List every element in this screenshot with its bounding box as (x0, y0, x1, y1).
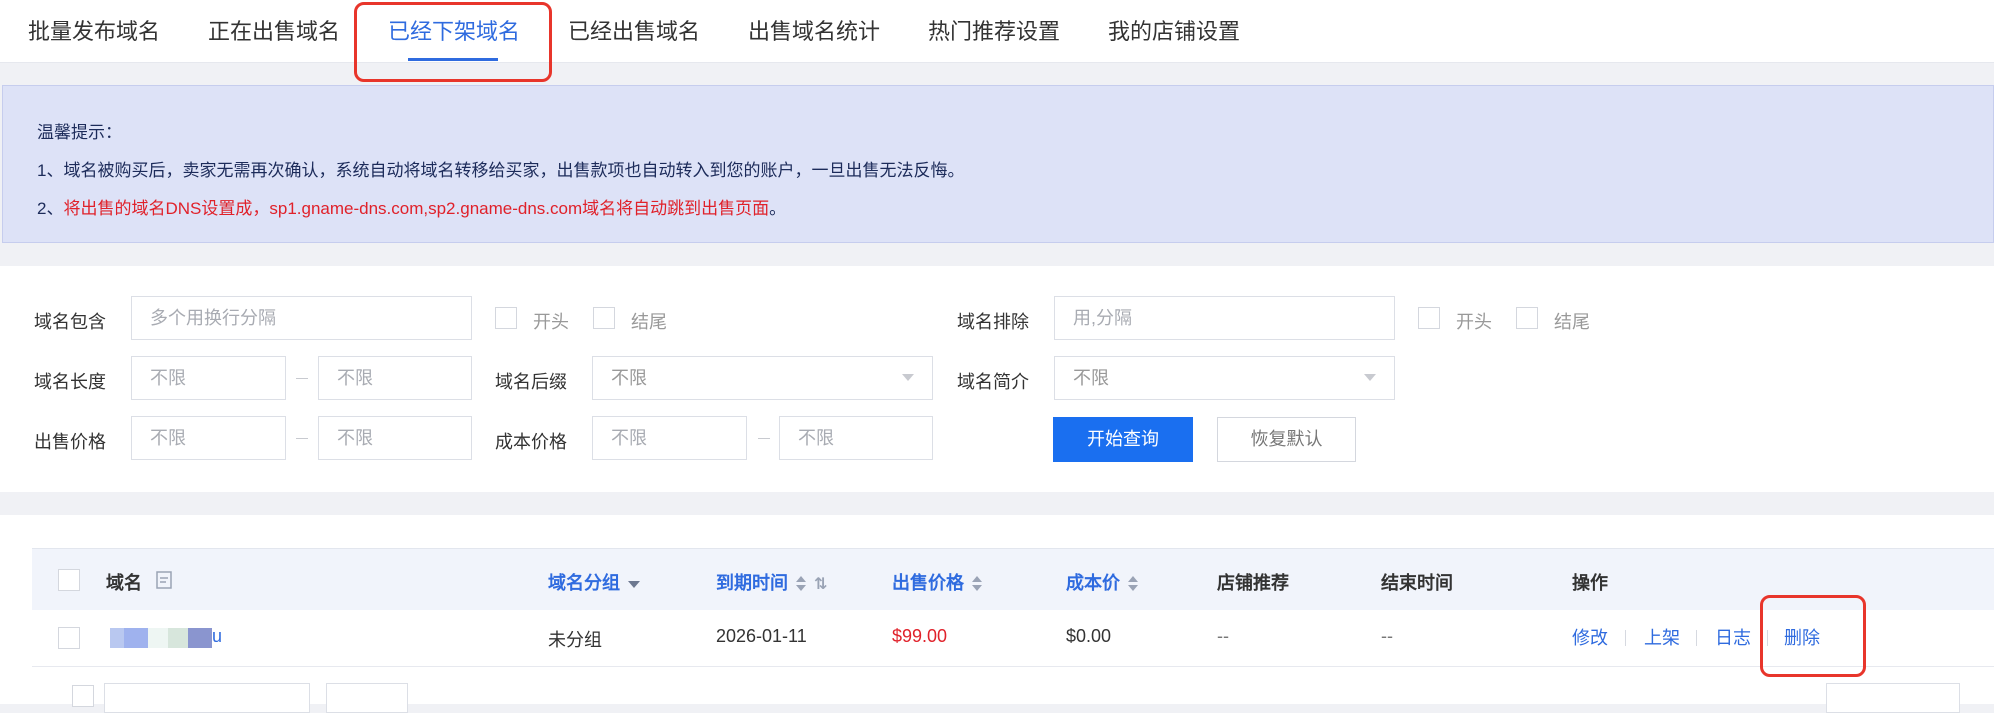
chevron-down-icon (1364, 374, 1376, 381)
suffix-select[interactable]: 不限 (592, 356, 933, 400)
notice-line-2-prefix: 2、 (37, 199, 64, 218)
sale-price-max-input[interactable] (318, 416, 472, 460)
column-settings-icon[interactable] (156, 571, 172, 589)
domain-exclude-input[interactable] (1054, 296, 1395, 340)
exclude-start-label: 开头 (1456, 312, 1492, 332)
exclude-start-checkbox[interactable] (1418, 307, 1440, 329)
exclude-end-label: 结尾 (1554, 312, 1590, 332)
filter-exclude-label: 域名排除 (957, 312, 1029, 332)
log-link[interactable]: 日志 (1715, 624, 1751, 650)
contains-end-checkbox[interactable] (593, 307, 615, 329)
chevron-down-icon (902, 374, 914, 381)
highlight-box-delete (1760, 595, 1866, 677)
table-header: 域名 域名分组 到期时间 ⇅ 出售价格 成本价 店铺推荐 结束时间 操作 (32, 548, 1994, 611)
tab-bar: 批量发布域名 正在出售域名 已经下架域名 已经出售域名 出售域名统计 热门推荐设… (0, 0, 1994, 63)
redacted-domain-block (124, 628, 148, 648)
contains-start-label: 开头 (533, 312, 569, 332)
filter-panel: 域名包含 开头 结尾 域名排除 开头 结尾 域名长度 域名后缀 不限 域名简介 … (0, 266, 1994, 492)
redacted-domain-block (148, 628, 168, 648)
cell-recommend: -- (1217, 626, 1229, 646)
notice-panel: 温馨提示： 1、域名被购买后，卖家无需再次确认，系统自动将域名转移给买家，出售款… (2, 85, 1994, 243)
cell-cost: $0.00 (1066, 626, 1112, 646)
notice-line-1: 1、域名被购买后，卖家无需再次确认，系统自动将域名转移给买家，出售款项也自动转入… (37, 161, 965, 180)
notice-dns-text: 将出售的域名DNS设置成，sp1.gname-dns.com,sp2.gname… (63, 199, 770, 218)
bulk-action-select[interactable] (104, 683, 310, 713)
sort-icon (1128, 576, 1138, 592)
caret-down-icon (628, 580, 640, 588)
notice-line-2-suffix: 。 (769, 199, 787, 218)
col-cost-label: 成本价 (1066, 573, 1120, 593)
cell-group: 未分组 (548, 630, 602, 650)
relist-link[interactable]: 上架 (1644, 624, 1680, 650)
col-expire[interactable]: 到期时间 ⇅ (716, 569, 827, 595)
col-recommend: 店铺推荐 (1217, 573, 1289, 593)
cell-sale-price: $99.00 (892, 626, 948, 646)
domain-link[interactable]: u (212, 626, 222, 647)
notice-line-2: 2、将出售的域名DNS设置成，sp1.gname-dns.com,sp2.gna… (37, 194, 786, 219)
filter-cost-price-label: 成本价格 (495, 432, 567, 452)
filter-length-label: 域名长度 (34, 372, 106, 392)
sale-price-min-input[interactable] (131, 416, 286, 460)
col-expire-label: 到期时间 (716, 573, 788, 593)
length-range-dash (296, 378, 308, 379)
cost-price-min-input[interactable] (592, 416, 747, 460)
tab-hot-recommend[interactable]: 热门推荐设置 (928, 14, 1060, 46)
notice-title: 温馨提示： (37, 123, 122, 142)
search-button[interactable]: 开始查询 (1053, 417, 1193, 462)
bulk-submit-button[interactable] (326, 683, 408, 713)
col-group-label: 域名分组 (548, 573, 620, 593)
filter-contains-label: 域名包含 (34, 312, 106, 332)
redacted-domain-block (168, 628, 188, 648)
filter-sale-price-label: 出售价格 (34, 432, 106, 452)
col-domain-label: 域名 (106, 573, 142, 593)
page-size-select[interactable] (1826, 683, 1960, 713)
table-row: u 未分组 2026-01-11 $99.00 $0.00 -- -- 修改 上… (32, 610, 1994, 667)
col-sale-price[interactable]: 出售价格 (892, 569, 982, 595)
sort-icon (796, 576, 806, 592)
col-domain: 域名 (106, 569, 142, 595)
length-min-input[interactable] (131, 356, 286, 400)
length-max-input[interactable] (318, 356, 472, 400)
tab-shop-settings[interactable]: 我的店铺设置 (1108, 14, 1240, 46)
action-divider (1625, 630, 1626, 646)
col-sale-price-label: 出售价格 (892, 573, 964, 593)
intro-select-value: 不限 (1073, 368, 1109, 388)
tab-on-sale[interactable]: 正在出售域名 (208, 14, 340, 46)
action-divider (1696, 630, 1697, 646)
highlight-box-tab (354, 2, 552, 82)
filter-suffix-label: 域名后缀 (495, 372, 567, 392)
row-checkbox[interactable] (58, 627, 80, 649)
sale-price-range-dash (296, 438, 308, 439)
cost-price-range-dash (758, 438, 770, 439)
sort-icon (972, 576, 982, 592)
edit-link[interactable]: 修改 (1572, 624, 1608, 650)
tab-sales-stats[interactable]: 出售域名统计 (748, 14, 880, 46)
cost-price-max-input[interactable] (779, 416, 933, 460)
contains-start-checkbox[interactable] (495, 307, 517, 329)
reset-button[interactable]: 恢复默认 (1217, 417, 1356, 462)
tab-batch-publish[interactable]: 批量发布域名 (28, 14, 160, 46)
intro-select[interactable]: 不限 (1054, 356, 1395, 400)
redacted-domain-block (110, 628, 124, 648)
sort-toggle-icon: ⇅ (814, 576, 828, 593)
exclude-end-checkbox[interactable] (1516, 307, 1538, 329)
filter-intro-label: 域名简介 (957, 372, 1029, 392)
domain-contains-input[interactable] (131, 296, 472, 340)
suffix-select-value: 不限 (611, 368, 647, 388)
tab-sold[interactable]: 已经出售域名 (568, 14, 700, 46)
contains-end-label: 结尾 (631, 312, 667, 332)
cell-end-time: -- (1381, 626, 1393, 646)
col-group[interactable]: 域名分组 (548, 569, 640, 595)
cell-expire: 2026-01-11 (716, 626, 807, 646)
select-all-checkbox[interactable] (58, 569, 80, 591)
col-end-time: 结束时间 (1381, 573, 1453, 593)
redacted-domain-block (188, 628, 212, 648)
col-ops: 操作 (1572, 573, 1608, 593)
col-cost[interactable]: 成本价 (1066, 569, 1138, 595)
